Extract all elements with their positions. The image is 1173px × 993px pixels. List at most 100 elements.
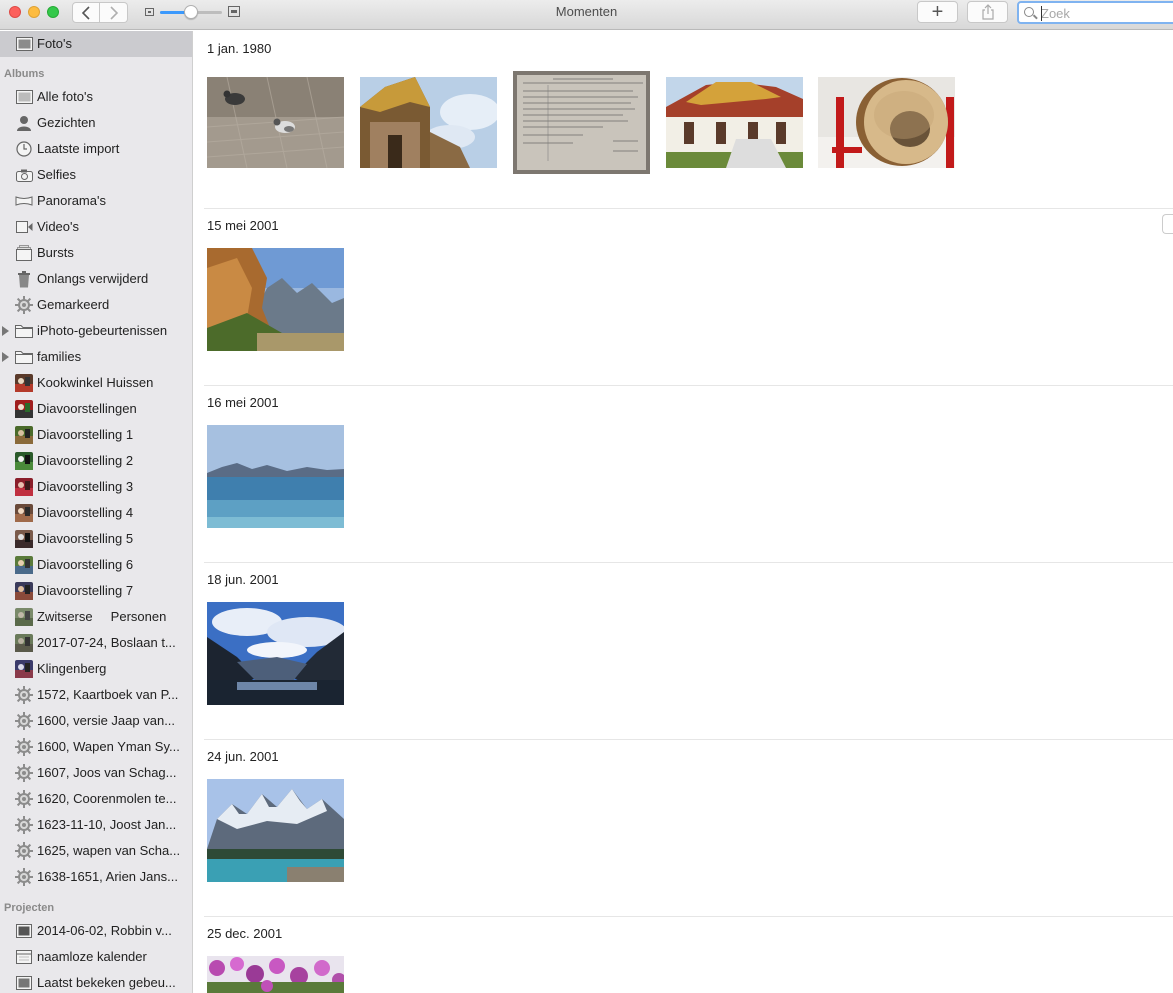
- sidebar-item-label: naamloze kalender: [37, 949, 147, 964]
- sidebar-item-klingenberg[interactable]: Klingenberg: [0, 656, 192, 682]
- sidebar-item-bursts[interactable]: Bursts: [0, 240, 192, 266]
- album-thumbnail-icon: [15, 530, 33, 548]
- photo-thumbnail[interactable]: [207, 248, 344, 351]
- sidebar-item-gezichten[interactable]: Gezichten: [0, 110, 192, 136]
- sidebar-item-photos[interactable]: Foto's: [0, 31, 192, 57]
- sidebar-item-label: 1638-1651, Arien Jans...: [37, 869, 178, 884]
- moment-separator: [204, 208, 1173, 209]
- sidebar-item-onlangs-verwijderd[interactable]: Onlangs verwijderd: [0, 266, 192, 292]
- sidebar-item-1623-11-10-joost-jan[interactable]: 1623-11-10, Joost Jan...: [0, 812, 192, 838]
- plus-icon: +: [931, 1, 944, 23]
- photo-thumbnail[interactable]: [818, 77, 955, 168]
- album-thumbnail-icon: [15, 582, 33, 600]
- albums-section-header: Albums: [4, 68, 45, 80]
- gear-icon: [15, 738, 33, 756]
- sidebar-item-alle-foto-s[interactable]: Alle foto's: [0, 84, 192, 110]
- photo-thumbnail[interactable]: [513, 71, 650, 174]
- moments-view: 1 jan. 1980 15 mei 2001 16 mei 2001 18 j…: [194, 31, 1173, 993]
- sidebar-item-label: 2014-06-02, Robbin v...: [37, 923, 172, 938]
- sidebar-item-laatst-bekeken-gebeu[interactable]: Laatst bekeken gebeu...: [0, 970, 192, 993]
- gear-icon: [15, 868, 33, 886]
- sidebar-item-label: Onlangs verwijderd: [37, 271, 149, 286]
- sidebar-item-label: Selfies: [37, 167, 77, 182]
- sidebar-item-diavoorstellingen[interactable]: Diavoorstellingen: [0, 396, 192, 422]
- sidebar-item-label: Laatst bekeken gebeu...: [37, 975, 176, 990]
- person-icon: [15, 114, 33, 132]
- slideshow-icon: [15, 974, 33, 992]
- sidebar-item-1600-wapen-yman-sy[interactable]: 1600, Wapen Yman Sy...: [0, 734, 192, 760]
- window-titlebar: Momenten +: [0, 0, 1173, 30]
- sidebar-item-diavoorstelling-1[interactable]: Diavoorstelling 1: [0, 422, 192, 448]
- photo-thumbnail[interactable]: [207, 602, 344, 705]
- moment-date: 25 dec. 2001: [207, 926, 283, 941]
- sidebar-item-1638-1651-arien-jans[interactable]: 1638-1651, Arien Jans...: [0, 864, 192, 890]
- sidebar-item-diavoorstelling-6[interactable]: Diavoorstelling 6: [0, 552, 192, 578]
- sidebar-item-diavoorstelling-5[interactable]: Diavoorstelling 5: [0, 526, 192, 552]
- sidebar-item-label: Klingenberg: [37, 661, 107, 676]
- folder-icon: [15, 348, 33, 366]
- photo-thumbnail[interactable]: [666, 77, 803, 168]
- search-field[interactable]: [1017, 1, 1173, 24]
- sidebar-item-label: Video's: [37, 219, 79, 234]
- disclosure-triangle-icon[interactable]: [2, 352, 9, 362]
- sidebar-item-diavoorstelling-3[interactable]: Diavoorstelling 3: [0, 474, 192, 500]
- photo-thumbnail[interactable]: [207, 956, 344, 993]
- sidebar-item-iphoto-gebeurtenissen[interactable]: iPhoto-gebeurtenissen: [0, 318, 192, 344]
- sidebar-item-families[interactable]: families: [0, 344, 192, 370]
- bursts-icon: [15, 244, 33, 262]
- sidebar-item-1600-versie-jaap-van[interactable]: 1600, versie Jaap van...: [0, 708, 192, 734]
- sidebar-item-panorama-s[interactable]: Panorama's: [0, 188, 192, 214]
- album-thumbnail-icon: [15, 426, 33, 444]
- photo-thumbnail[interactable]: [207, 779, 344, 882]
- album-thumbnail-icon: [15, 374, 33, 392]
- album-thumbnail-icon: [15, 478, 33, 496]
- sidebar-item-label: iPhoto-gebeurtenissen: [37, 323, 168, 338]
- sidebar-item-zwitserse-personen[interactable]: Zwitserse Personen: [0, 604, 192, 630]
- photo-thumbnail[interactable]: [207, 425, 344, 528]
- sidebar-item-video-s[interactable]: Video's: [0, 214, 192, 240]
- photo-thumbnail[interactable]: [207, 77, 344, 168]
- sidebar-item-label: Laatste import: [37, 141, 120, 156]
- moment-separator: [204, 562, 1173, 563]
- sidebar-item-2017-07-24-boslaan-t[interactable]: 2017-07-24, Boslaan t...: [0, 630, 192, 656]
- scroll-indicator[interactable]: [1162, 214, 1173, 234]
- sidebar-item-label: 1607, Joos van Schag...: [37, 765, 177, 780]
- add-button[interactable]: +: [917, 1, 958, 23]
- sidebar-item-label: Panorama's: [37, 193, 106, 208]
- album-thumbnail-icon: [15, 660, 33, 678]
- sidebar-item-1572-kaartboek-van-p[interactable]: 1572, Kaartboek van P...: [0, 682, 192, 708]
- moment-separator: [204, 916, 1173, 917]
- sidebar-item-label: Diavoorstelling 6: [37, 557, 134, 572]
- sidebar-item-kookwinkel-huissen[interactable]: Kookwinkel Huissen: [0, 370, 192, 396]
- sidebar-item-label: 2017-07-24, Boslaan t...: [37, 635, 176, 650]
- sidebar-item-diavoorstelling-4[interactable]: Diavoorstelling 4: [0, 500, 192, 526]
- gear-icon: [15, 790, 33, 808]
- gear-icon: [15, 842, 33, 860]
- gear-icon: [15, 816, 33, 834]
- album-thumbnail-icon: [15, 504, 33, 522]
- sidebar-item-1607-joos-van-schag[interactable]: 1607, Joos van Schag...: [0, 760, 192, 786]
- sidebar-item-label: Diavoorstelling 4: [37, 505, 134, 520]
- sidebar-item-label: Diavoorstelling 3: [37, 479, 134, 494]
- album-thumbnail-icon: [15, 452, 33, 470]
- sidebar-item-selfies[interactable]: Selfies: [0, 162, 192, 188]
- search-icon: [1024, 7, 1034, 17]
- sidebar-item-label: Diavoorstelling 1: [37, 427, 134, 442]
- sidebar-item-diavoorstelling-7[interactable]: Diavoorstelling 7: [0, 578, 192, 604]
- share-button[interactable]: [967, 1, 1008, 23]
- disclosure-triangle-icon[interactable]: [2, 326, 9, 336]
- sidebar-item-1625-wapen-van-scha[interactable]: 1625, wapen van Scha...: [0, 838, 192, 864]
- book-icon: [15, 922, 33, 940]
- search-input[interactable]: [1041, 5, 1171, 21]
- panorama-icon: [15, 192, 33, 210]
- sidebar-item-label: 1572, Kaartboek van P...: [37, 687, 179, 702]
- clock-icon: [15, 140, 33, 158]
- sidebar-item-2014-06-02-robbin-v[interactable]: 2014-06-02, Robbin v...: [0, 918, 192, 944]
- sidebar-item-laatste-import[interactable]: Laatste import: [0, 136, 192, 162]
- sidebar-item-naamloze-kalender[interactable]: naamloze kalender: [0, 944, 192, 970]
- sidebar-item-1620-coorenmolen-te[interactable]: 1620, Coorenmolen te...: [0, 786, 192, 812]
- album-thumbnail-icon: [15, 400, 33, 418]
- photo-thumbnail[interactable]: [360, 77, 497, 168]
- sidebar-item-diavoorstelling-2[interactable]: Diavoorstelling 2: [0, 448, 192, 474]
- sidebar-item-gemarkeerd[interactable]: Gemarkeerd: [0, 292, 192, 318]
